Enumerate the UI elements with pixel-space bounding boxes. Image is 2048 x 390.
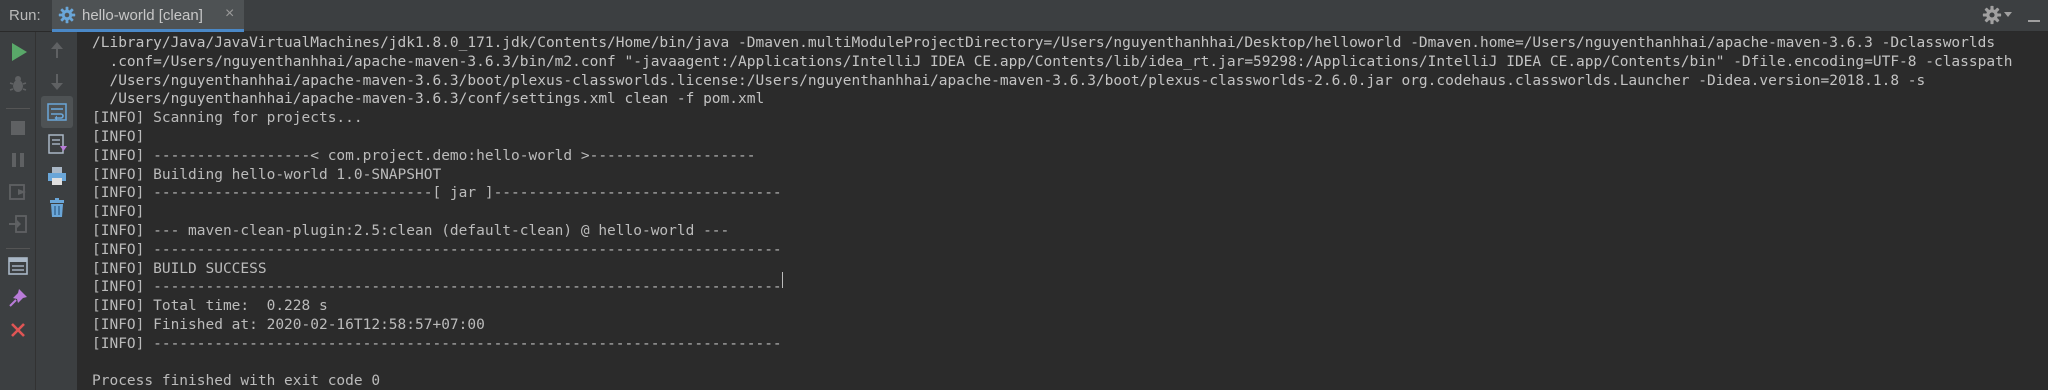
print-icon[interactable] <box>45 164 69 188</box>
up-arrow-icon[interactable] <box>45 38 69 62</box>
console-line: [INFO] <box>92 128 145 145</box>
soft-wrap-icon[interactable] <box>45 100 69 124</box>
login-icon[interactable] <box>6 212 30 236</box>
trash-icon[interactable] <box>45 196 69 220</box>
console-line: [INFO] Scanning for projects... <box>92 110 363 127</box>
console-line: [INFO] <box>92 204 145 221</box>
pause-icon[interactable] <box>6 148 30 172</box>
down-arrow-icon[interactable] <box>45 70 69 94</box>
tab-title: hello-world [clean] <box>82 7 203 24</box>
console-line: [INFO] Total time: 0.228 s <box>92 298 328 315</box>
console-line: .conf=/Users/nguyenthanhhai/apache-maven… <box>92 53 2013 70</box>
debug-disabled-icon[interactable] <box>6 72 30 96</box>
console-actions-toolbar <box>36 32 78 390</box>
console-line: /Users/nguyenthanhhai/apache-maven-3.6.3… <box>92 91 765 108</box>
pin-icon[interactable] <box>6 286 30 310</box>
hide-panel-icon[interactable] <box>2026 8 2042 24</box>
text-cursor <box>782 272 783 288</box>
restore-layout-icon[interactable] <box>6 180 30 204</box>
process-exit-line: Process finished with exit code 0 <box>92 373 381 390</box>
close-icon[interactable] <box>6 318 30 342</box>
console-output[interactable]: /Library/Java/JavaVirtualMachines/jdk1.8… <box>78 32 2048 390</box>
gear-icon <box>58 6 76 24</box>
console-line: [INFO] Building hello-world 1.0-SNAPSHOT <box>92 166 442 183</box>
console-lines: /Library/Java/JavaVirtualMachines/jdk1.8… <box>92 34 2013 390</box>
run-label: Run: <box>9 7 41 24</box>
console-line: [INFO] --- maven-clean-plugin:2.5:clean … <box>92 222 730 239</box>
console-line: [INFO] --------------------------------[… <box>92 185 782 202</box>
console-line: [INFO] ---------------------------------… <box>92 241 782 258</box>
toolbar-divider <box>6 108 30 109</box>
console-line: /Users/nguyenthanhhai/apache-maven-3.6.3… <box>92 72 1926 89</box>
close-tab-icon[interactable]: × <box>225 5 234 23</box>
layout-icon[interactable] <box>6 254 30 278</box>
chevron-down-icon[interactable] <box>2004 12 2012 17</box>
console-line: [INFO] ------------------< com.project.d… <box>92 147 756 164</box>
toolbar-divider <box>6 248 30 249</box>
stop-icon[interactable] <box>6 116 30 140</box>
console-line: [INFO] Finished at: 2020-02-16T12:58:57+… <box>92 316 485 333</box>
settings-gear-icon[interactable] <box>1982 5 2002 25</box>
console-line: /Library/Java/JavaVirtualMachines/jdk1.8… <box>92 35 1996 51</box>
console-line: [INFO] ---------------------------------… <box>92 335 782 352</box>
console-line: [INFO] BUILD SUCCESS <box>92 260 267 277</box>
rerun-icon[interactable] <box>6 40 30 64</box>
run-actions-toolbar <box>0 32 36 390</box>
run-tool-window-header: Run: hello-world [clean] × <box>0 0 2048 32</box>
scroll-to-end-icon[interactable] <box>45 132 69 156</box>
console-line: [INFO] ---------------------------------… <box>92 279 782 296</box>
tab-hello-world-clean[interactable]: hello-world [clean] × <box>52 0 244 32</box>
